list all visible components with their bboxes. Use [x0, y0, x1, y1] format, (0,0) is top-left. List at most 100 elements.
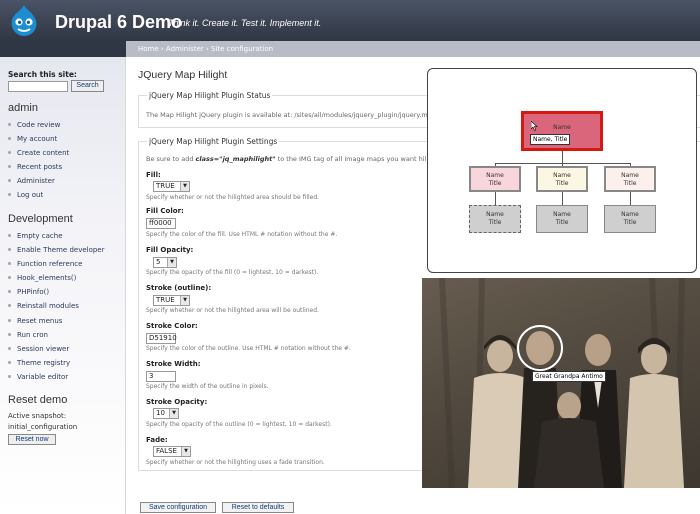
- connector-line: [562, 191, 563, 205]
- menu-item-theme-registry[interactable]: Theme registry: [7, 357, 105, 371]
- menu-item-function-reference[interactable]: Function reference: [7, 258, 105, 272]
- stroke-opacity-value: 10: [156, 409, 165, 417]
- reset-demo-title: Reset demo: [8, 394, 68, 406]
- dev-menu: Empty cache Enable Theme developer Funct…: [7, 230, 105, 385]
- org-node-title: Title: [488, 219, 502, 226]
- org-node-name: Name: [553, 211, 571, 218]
- fill-opacity-desc: Specify the opacity of the fill (0 = lig…: [146, 269, 319, 276]
- fill-select[interactable]: TRUE ▼: [153, 181, 190, 192]
- connector-line: [495, 191, 496, 205]
- menu-item-log-out[interactable]: Log out: [7, 189, 69, 203]
- settings-note-prefix: Be sure to add: [146, 155, 196, 163]
- save-configuration-button[interactable]: Save configuration: [140, 502, 216, 513]
- org-node-mid-3[interactable]: Name Title: [604, 166, 656, 192]
- settings-legend: jQuery Map Hilight Plugin Settings: [147, 137, 280, 146]
- site-slogan: Think it. Create it. Test it. Implement …: [168, 18, 322, 28]
- stroke-select-value: TRUE: [156, 296, 175, 304]
- drupal-logo-icon[interactable]: [8, 4, 40, 38]
- stroke-select[interactable]: TRUE ▼: [153, 295, 190, 306]
- search-label: Search this site:: [8, 70, 77, 79]
- stroke-desc: Specify whether or not the hilighted are…: [146, 307, 319, 314]
- snapshot-label: Active snapshot:: [8, 412, 67, 420]
- fade-select[interactable]: FALSE ▼: [153, 446, 191, 457]
- snapshot-value: initial_configuration: [8, 423, 78, 431]
- user-menu-title: admin: [8, 102, 38, 114]
- mouse-cursor-icon: [531, 121, 538, 131]
- stroke-width-desc: Specify the width of the outline in pixe…: [146, 383, 269, 390]
- site-header: Drupal 6 Demo Think it. Create it. Test …: [0, 0, 700, 41]
- stroke-opacity-select[interactable]: 10 ▼: [153, 408, 179, 419]
- fill-color-label: Fill Color:: [146, 207, 184, 215]
- stroke-opacity-label: Stroke Opacity:: [146, 398, 208, 406]
- status-legend: jQuery Map Hilight Plugin Status: [147, 91, 273, 100]
- menu-item-administer[interactable]: Administer: [7, 175, 69, 189]
- menu-item-variable-editor[interactable]: Variable editor: [7, 371, 105, 385]
- menu-item-phpinfo[interactable]: PHPinfo(): [7, 286, 105, 300]
- chevron-down-icon: ▼: [167, 258, 176, 267]
- stroke-width-input[interactable]: 3: [146, 371, 176, 382]
- menu-item-recent-posts[interactable]: Recent posts: [7, 161, 69, 175]
- org-node-name: Name: [486, 172, 504, 179]
- connector-line: [562, 150, 563, 164]
- settings-note-suffix: to the IMG tag of all image maps you wan…: [275, 155, 427, 163]
- org-node-name: Name: [621, 172, 639, 179]
- menu-item-session-viewer[interactable]: Session viewer: [7, 343, 105, 357]
- breadcrumb[interactable]: Home › Administer › Site configuration: [126, 41, 700, 57]
- fade-desc: Specify whether or not the hilighting us…: [146, 459, 325, 466]
- chevron-down-icon: ▼: [180, 182, 189, 191]
- search-input[interactable]: [8, 81, 68, 92]
- org-node-mid-2[interactable]: Name Title: [536, 166, 588, 192]
- org-node-bottom-2[interactable]: Name Title: [536, 205, 588, 233]
- chevron-down-icon: ▼: [180, 296, 189, 305]
- menu-item-run-cron[interactable]: Run cron: [7, 329, 105, 343]
- menu-item-create-content[interactable]: Create content: [7, 147, 69, 161]
- stroke-width-label: Stroke Width:: [146, 360, 201, 368]
- site-name[interactable]: Drupal 6 Demo: [55, 12, 182, 33]
- fill-desc: Specify whether or not the hilighted are…: [146, 194, 320, 201]
- menu-item-reset-menus[interactable]: Reset menus: [7, 315, 105, 329]
- status-text: The Map Hilight jQuery plugin is availab…: [146, 111, 428, 119]
- stroke-label: Stroke (outline):: [146, 284, 212, 292]
- menu-item-hook-elements[interactable]: Hook_elements(): [7, 272, 105, 286]
- chevron-down-icon: ▼: [181, 447, 190, 456]
- orgchart-demo-panel: Name Name, Title Name Title Name Title Nam…: [427, 68, 697, 273]
- search-button[interactable]: Search: [71, 80, 104, 92]
- menu-item-empty-cache[interactable]: Empty cache: [7, 230, 105, 244]
- fill-label: Fill:: [146, 171, 161, 179]
- settings-note-code: class="jq_maphilight": [195, 155, 276, 163]
- family-photo: Great Grandpa Antimo: [422, 278, 700, 488]
- fill-opacity-value: 5: [156, 258, 161, 266]
- fade-select-value: FALSE: [156, 447, 177, 455]
- org-node-top[interactable]: Name: [521, 111, 603, 151]
- org-node-title: Title: [555, 180, 569, 187]
- org-node-bottom-1[interactable]: Name Title: [469, 205, 521, 233]
- org-node-title: Title: [623, 180, 637, 187]
- fill-color-desc: Specify the color of the fill. Use HTML …: [146, 231, 338, 238]
- org-node-bottom-3[interactable]: Name Title: [604, 205, 656, 233]
- connector-line: [630, 191, 631, 205]
- org-node-name: Name: [553, 172, 571, 179]
- fill-select-value: TRUE: [156, 182, 175, 190]
- breadcrumb-spacer: [0, 41, 126, 57]
- reset-now-button[interactable]: Reset now: [8, 434, 56, 445]
- fill-opacity-select[interactable]: 5 ▼: [153, 257, 177, 268]
- org-node-name: Name: [486, 211, 504, 218]
- photo-hover-label: Great Grandpa Antimo: [532, 371, 606, 382]
- reset-to-defaults-button[interactable]: Reset to defaults: [222, 502, 294, 513]
- menu-item-reinstall-modules[interactable]: Reinstall modules: [7, 300, 105, 314]
- page-title: JQuery Map Hilight: [138, 69, 228, 81]
- stroke-color-input[interactable]: D51910: [146, 333, 177, 344]
- menu-item-code-review[interactable]: Code review: [7, 119, 69, 133]
- chevron-down-icon: ▼: [169, 409, 178, 418]
- stroke-opacity-desc: Specify the opacity of the outline (0 = …: [146, 421, 332, 428]
- family-photo-figures: [422, 278, 700, 488]
- org-node-mid-1[interactable]: Name Title: [469, 166, 521, 192]
- menu-item-my-account[interactable]: My account: [7, 133, 69, 147]
- org-node-name: Name: [621, 211, 639, 218]
- fade-label: Fade:: [146, 436, 168, 444]
- stroke-color-label: Stroke Color:: [146, 322, 198, 330]
- org-node-title: Title: [555, 219, 569, 226]
- org-node-title: Title: [623, 219, 637, 226]
- menu-item-theme-developer[interactable]: Enable Theme developer: [7, 244, 105, 258]
- fill-color-input[interactable]: ff0000: [146, 218, 176, 229]
